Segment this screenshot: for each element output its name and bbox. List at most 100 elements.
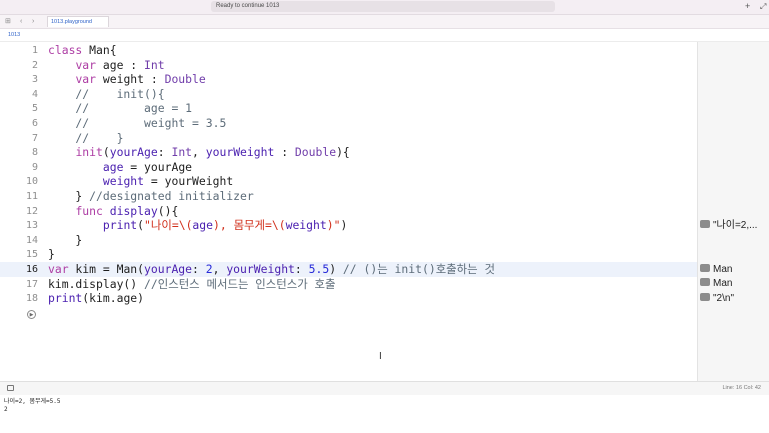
line-number: 2	[31, 59, 38, 71]
quick-look-icon[interactable]	[700, 263, 710, 272]
result-value[interactable]: Man	[700, 278, 732, 290]
code-token: = yourWeight	[144, 174, 234, 189]
code-line[interactable]: 8 init(yourAge: Int, yourWeight : Double…	[0, 145, 697, 160]
code-text: print(kim.age)	[48, 291, 144, 306]
result-value[interactable]: Man	[700, 264, 732, 276]
chevron-left-icon[interactable]: ‹	[20, 16, 22, 27]
code-token: ,	[212, 262, 227, 276]
add-button[interactable]: +	[745, 1, 750, 12]
code-token: }	[48, 232, 83, 247]
code-token: weight	[285, 218, 327, 233]
code-token: print	[102, 218, 138, 233]
code-token: )"	[326, 218, 341, 233]
code-token: Double	[164, 72, 206, 87]
code-text: var kim = Man(yourAge: 2, yourWeight: 5.…	[48, 262, 495, 277]
line-number: 5	[31, 103, 38, 115]
code-token: :	[274, 145, 295, 160]
line-number: 15	[25, 249, 38, 261]
sidebar-icon[interactable]: ⊞	[5, 16, 11, 27]
code-line[interactable]: 16 var kim = Man(yourAge: 2, yourWeight: …	[0, 262, 697, 277]
code-line[interactable]: 2 var age : Int	[0, 58, 697, 73]
expand-icon[interactable]: ⤢	[760, 1, 766, 12]
code-text: // weight = 3.5	[48, 116, 226, 131]
breadcrumb-item[interactable]: 1013	[8, 30, 20, 40]
tab-playground[interactable]: 1013.playground	[47, 16, 109, 27]
result-text: Man	[713, 263, 733, 275]
line-number: 18	[25, 293, 38, 305]
code-text: }	[48, 233, 82, 248]
code-token: age :	[96, 57, 145, 72]
line-number: 1	[31, 45, 38, 56]
code-line[interactable]: 12 func display(){	[0, 204, 697, 219]
console-output: 나이=2, 몸무게=5.5 2	[0, 395, 769, 433]
code-token: ), 몸무게=\(	[213, 218, 286, 233]
code-line[interactable]: 13 print("나이=\(age), 몸무게=\(weight)")	[0, 218, 697, 233]
code-token: init	[75, 145, 103, 160]
code-line[interactable]: 17 kim.display() //인스턴스 메서드는 인스턴스가 호출	[0, 277, 697, 292]
code-line[interactable]: 18 print(kim.age)	[0, 291, 697, 306]
code-line[interactable]: 7 // }	[0, 131, 697, 146]
result-text: Man	[713, 278, 733, 290]
code-token: yourWeight	[205, 145, 275, 160]
quick-look-icon[interactable]	[700, 293, 710, 302]
result-value[interactable]: "나이=2,...	[700, 220, 757, 232]
code-editor[interactable]: 1 class Man{2 var age : Int 3 var weight :…	[0, 42, 697, 381]
code-line[interactable]: 15}	[0, 247, 697, 262]
code-token: // ()는 init()호출하는 것	[342, 262, 495, 276]
code-line[interactable]: 6 // weight = 3.5	[0, 116, 697, 131]
line-number: 14	[25, 234, 38, 246]
code-line[interactable]: 1 class Man{	[0, 43, 697, 58]
line-number: 12	[25, 205, 38, 217]
code-line[interactable]: 11 } //designated initializer	[0, 189, 697, 204]
code-token: }	[48, 189, 90, 203]
code-text: var weight : Double	[48, 72, 206, 87]
result-text: "2\n"	[713, 292, 735, 304]
code-token: ){	[336, 145, 350, 160]
text-cursor-icon: I	[379, 351, 382, 362]
results-sidebar	[697, 42, 769, 381]
code-line[interactable]: 14 }	[0, 233, 697, 248]
code-text: } //designated initializer	[48, 189, 253, 204]
window-toolbar: Ready to continue 1013 + ⤢	[0, 0, 769, 15]
code-line[interactable]: 3 var weight : Double	[0, 72, 697, 87]
tab-label: 1013.playground	[51, 19, 92, 25]
code-line[interactable]: 5 // age = 1	[0, 101, 697, 116]
code-token: // weight = 3.5	[48, 116, 227, 130]
code-text: }	[48, 247, 55, 262]
code-text: kim.display() //인스턴스 메서드는 인스턴스가 호출	[48, 277, 336, 292]
code-token: (	[137, 218, 145, 233]
code-token: yourAge	[144, 262, 193, 276]
quick-look-icon[interactable]	[700, 220, 710, 229]
line-number: 3	[31, 74, 38, 86]
code-token: func	[75, 203, 103, 218]
code-text: age = yourAge	[48, 160, 192, 175]
code-token: yourWeight	[226, 262, 295, 276]
code-line[interactable]: 10 weight = yourWeight	[0, 174, 697, 189]
code-token: display	[109, 203, 158, 218]
code-text: class Man{	[48, 43, 117, 58]
code-line[interactable]: 9 age = yourAge	[0, 160, 697, 175]
run-button[interactable]: ▶	[27, 310, 36, 319]
code-token: Int	[144, 57, 165, 72]
code-token: Man{	[82, 43, 117, 57]
line-number: 16	[25, 264, 38, 275]
code-token: (kim.age)	[82, 291, 145, 306]
code-token: // }	[48, 130, 124, 145]
result-value[interactable]: "2\n"	[700, 293, 734, 305]
debug-area-toggle-icon[interactable]	[7, 385, 14, 391]
code-text: init(yourAge: Int, yourWeight : Double){	[48, 145, 350, 160]
result-text: "나이=2,...	[713, 219, 758, 231]
chevron-right-icon[interactable]: ›	[32, 16, 34, 27]
quick-look-icon[interactable]	[700, 278, 710, 287]
code-token: 5.5	[308, 262, 330, 276]
code-token: weight :	[96, 72, 165, 87]
code-line[interactable]: 4 // init(){	[0, 87, 697, 102]
code-token: class	[48, 43, 83, 57]
code-token: "나이=\(	[144, 218, 193, 233]
code-token: (){	[157, 203, 179, 218]
